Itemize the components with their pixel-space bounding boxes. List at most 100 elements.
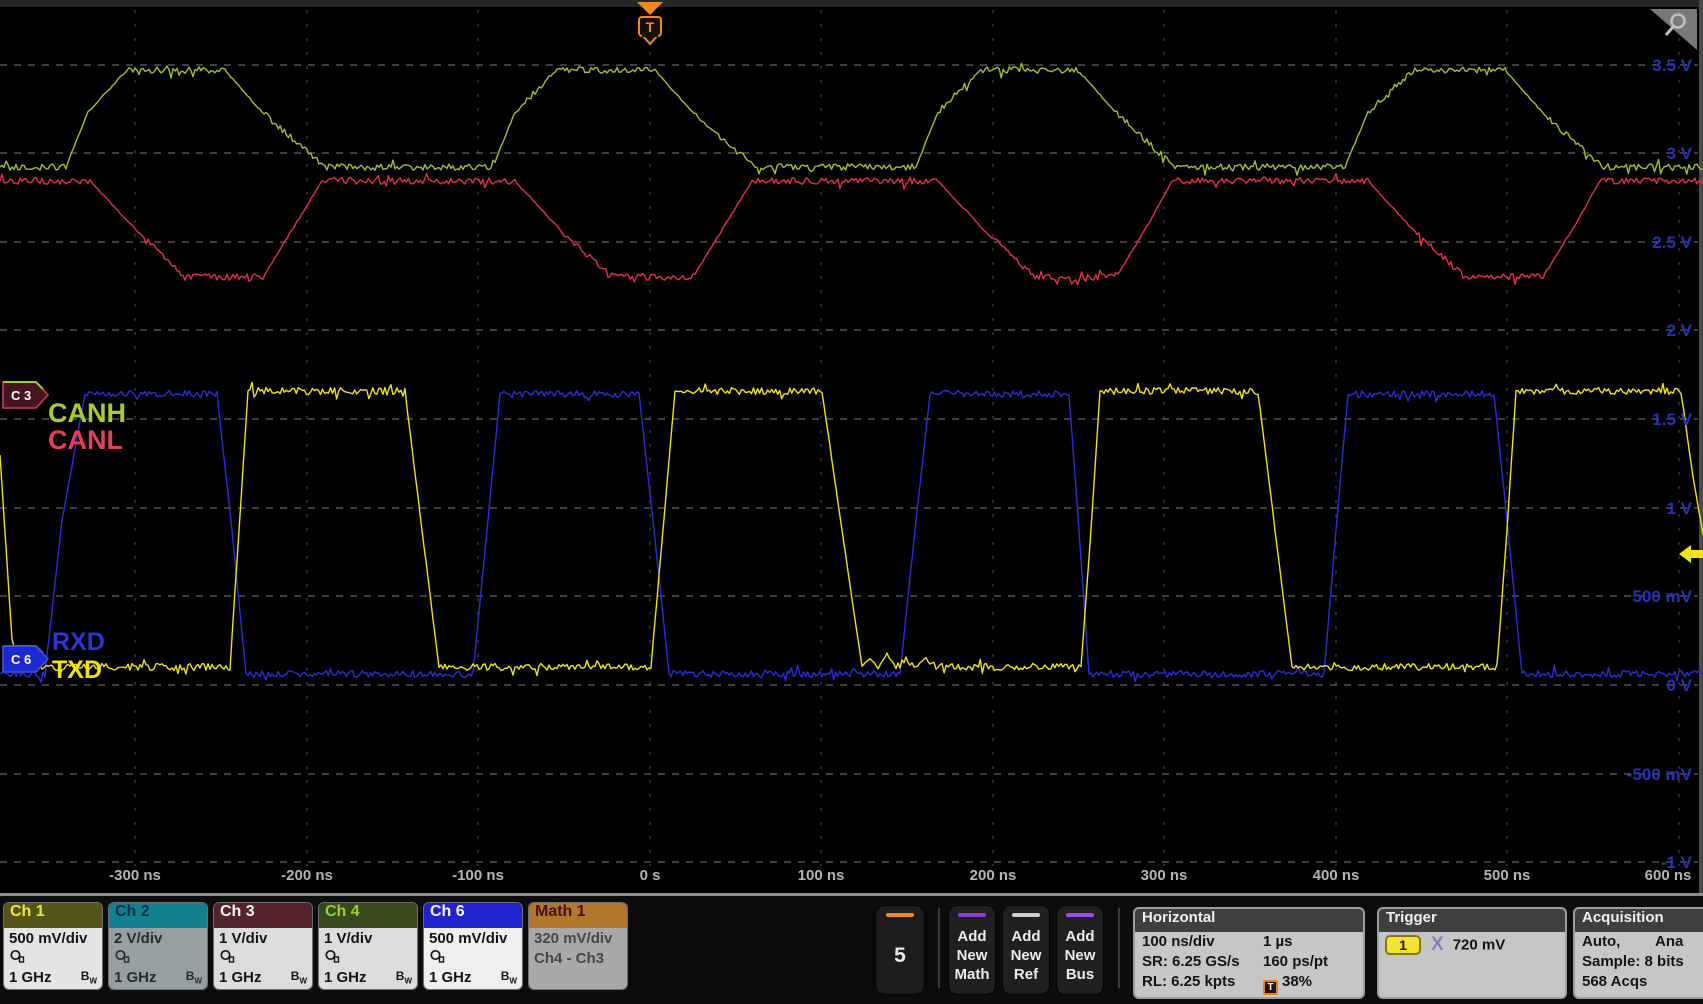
trigger-position-icon: T	[1263, 980, 1278, 995]
channel-bandwidth: 1 GHz	[429, 969, 472, 987]
probe-icon	[324, 949, 342, 964]
channel-badge-ch3[interactable]: Ch 3 1 V/div 1 GHz BW	[213, 902, 313, 990]
button-label: New	[1011, 946, 1042, 965]
volt-axis-label: -500 mV	[1627, 765, 1693, 784]
channel-badge-title: Ch 2	[109, 903, 207, 928]
time-axis-label: 200 ns	[970, 867, 1017, 884]
button-label: New	[955, 946, 990, 965]
trigger-source-badge: 1	[1385, 935, 1421, 955]
probe-icon	[429, 949, 447, 964]
volt-axis-label: 3.5 V	[1652, 56, 1692, 75]
volt-axis-label: 500 mV	[1632, 587, 1692, 606]
time-axis-label: 500 ns	[1484, 867, 1531, 884]
button-label: Math	[955, 965, 990, 984]
time-axis-label: 0 s	[640, 867, 661, 884]
toolbar-separator	[938, 908, 940, 988]
volt-axis-label: 0 V	[1666, 676, 1692, 695]
acquisition-mode-right: Ana	[1655, 933, 1683, 950]
horizontal-trigger-position: T38%	[1263, 973, 1312, 995]
either-edge-trigger-icon: X	[1431, 934, 1444, 955]
time-axis-label: 400 ns	[1313, 867, 1360, 884]
probe-icon	[114, 949, 132, 964]
acquisition-mode: Auto,	[1582, 933, 1620, 950]
bandwidth-limit-icon: BW	[291, 969, 307, 985]
acquisition-panel-title: Acquisition	[1575, 909, 1703, 932]
time-axis-label: 100 ns	[798, 867, 845, 884]
horizontal-panel-title: Horizontal	[1135, 909, 1363, 932]
channel-bandwidth: 1 GHz	[9, 969, 52, 987]
drawer-count: 5	[894, 917, 906, 994]
time-axis-label: -200 ns	[281, 867, 333, 884]
acquisition-sample-bits: Sample: 8 bits	[1582, 953, 1684, 970]
math-expression: Ch4 - Ch3	[534, 949, 622, 969]
time-axis-label: -300 ns	[109, 867, 161, 884]
channel-scale: 1 V/div	[324, 929, 412, 948]
probe-icon	[219, 949, 237, 964]
oscilloscope-screen: 3.5 V 3 V 2.5 V 2 V 1.5 V 1 V 500 mV 0 V -500 mV…	[0, 0, 1703, 1004]
svg-text:C 6: C 6	[11, 652, 31, 667]
volt-axis-label: 2.5 V	[1652, 233, 1692, 252]
channel-badge-ch1[interactable]: Ch 1 500 mV/div 1 GHz BW	[3, 902, 103, 990]
channel-badge-title: Ch 4	[319, 903, 417, 928]
add-new-ref-button[interactable]: Add New Ref	[1002, 905, 1050, 995]
channel-scale: 500 mV/div	[429, 929, 517, 948]
trigger-panel-title: Trigger	[1379, 909, 1565, 932]
graticule-background	[0, 0, 1703, 894]
horizontal-scale: 100 ns/div	[1142, 933, 1215, 950]
svg-text:C 3: C 3	[11, 388, 31, 403]
button-label: Add	[1065, 927, 1096, 946]
channel-scale: 500 mV/div	[9, 929, 97, 948]
right-edge-strip	[1699, 0, 1703, 894]
trigger-panel[interactable]: Trigger 1X 720 mV	[1377, 907, 1567, 999]
bandwidth-limit-icon: BW	[396, 969, 412, 985]
time-axis-label: 300 ns	[1141, 867, 1188, 884]
waveform-label-rxd: RXD	[52, 628, 105, 656]
channel-badge-title: Ch 3	[214, 903, 312, 928]
channel-badge-ch4[interactable]: Ch 4 1 V/div 1 GHz BW	[318, 902, 418, 990]
horizontal-window: 1 µs	[1263, 933, 1293, 950]
volt-axis-label: 2 V	[1666, 321, 1692, 340]
horizontal-record-length: RL: 6.25 kpts	[1142, 973, 1235, 990]
channel-bandwidth: 1 GHz	[219, 969, 262, 987]
trigger-level-value: 720 mV	[1453, 937, 1506, 954]
button-label: New	[1065, 946, 1096, 965]
time-axis-label: -100 ns	[452, 867, 504, 884]
horizontal-panel[interactable]: Horizontal 100 ns/div 1 µs SR: 6.25 GS/s…	[1133, 907, 1365, 999]
volt-axis-label: 1.5 V	[1652, 410, 1692, 429]
bandwidth-limit-icon: BW	[186, 969, 202, 985]
volt-axis-label: 3 V	[1666, 144, 1692, 163]
waveform-label-canl: CANL	[48, 425, 123, 455]
waveform-label-txd: TXD	[52, 656, 102, 684]
waveform-display[interactable]: 3.5 V 3 V 2.5 V 2 V 1.5 V 1 V 500 mV 0 V -500 mV…	[0, 0, 1703, 894]
svg-text:T: T	[646, 19, 655, 35]
toolbar-separator	[1118, 908, 1120, 988]
channel-badge-ch2[interactable]: Ch 2 2 V/div 1 GHz BW	[108, 902, 208, 990]
math-badge-title: Math 1	[529, 903, 627, 928]
settings-bar: Ch 1 500 mV/div 1 GHz BW Ch 2 2 V/div 1 …	[0, 896, 1703, 1004]
add-new-bus-button[interactable]: Add New Bus	[1056, 905, 1104, 995]
horizontal-sample-rate: SR: 6.25 GS/s	[1142, 953, 1240, 970]
bandwidth-limit-icon: BW	[501, 969, 517, 985]
channel-badge-ch6[interactable]: Ch 6 500 mV/div 1 GHz BW	[423, 902, 523, 990]
acquisition-panel[interactable]: Acquisition Auto, Ana Sample: 8 bits 568…	[1573, 907, 1703, 999]
channel-badge-title: Ch 1	[4, 903, 102, 928]
volt-axis-label: 1 V	[1666, 499, 1692, 518]
probe-icon	[9, 949, 27, 964]
channel-bandwidth: 1 GHz	[114, 969, 157, 987]
math-scale: 320 mV/div	[534, 929, 622, 949]
bandwidth-limit-icon: BW	[81, 969, 97, 985]
top-edge-strip	[0, 0, 1703, 7]
acquisition-count: 568 Acqs	[1582, 973, 1647, 990]
results-drawer-handle[interactable]: 5	[875, 905, 925, 995]
button-label: Add	[955, 927, 990, 946]
button-label: Bus	[1065, 965, 1096, 984]
channel-bandwidth: 1 GHz	[324, 969, 367, 987]
channel-scale: 1 V/div	[219, 929, 307, 948]
time-axis-label: 600 ns	[1645, 867, 1692, 884]
waveform-label-canh: CANH	[48, 398, 126, 428]
channel-badge-title: Ch 6	[424, 903, 522, 928]
math-badge[interactable]: Math 1 320 mV/div Ch4 - Ch3	[528, 902, 628, 990]
button-label: Ref	[1011, 965, 1042, 984]
add-new-math-button[interactable]: Add New Math	[948, 905, 996, 995]
channel-scale: 2 V/div	[114, 929, 202, 948]
